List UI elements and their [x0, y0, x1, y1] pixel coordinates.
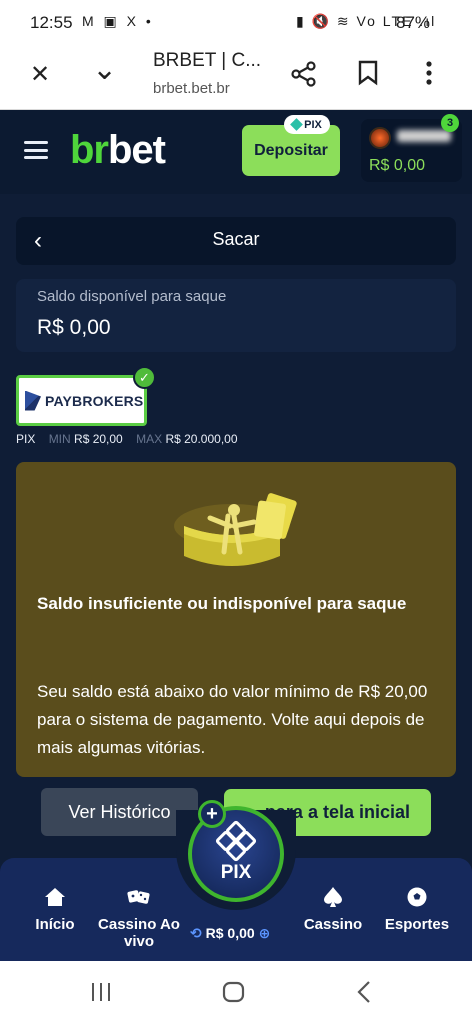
plus-icon[interactable]: + [198, 800, 226, 828]
min-value: R$ 20,00 [74, 432, 123, 446]
status-bar: 12:55 M ▣ X • ▮ 🔇 ≋ Vo LTE .ıl 87% [0, 0, 472, 46]
max-value: R$ 20.000,00 [165, 432, 238, 446]
wallet-balance: R$ 0,00 [369, 157, 426, 174]
battery-level: 87% [396, 13, 431, 32]
nav-item-cassino-ao-vivo[interactable]: Cassino Ao vivo [98, 886, 180, 950]
pix-badge: PIX [284, 115, 330, 134]
pix-icon [290, 118, 303, 131]
nav-label-cassino: Cassino [303, 916, 363, 933]
chevron-down-icon[interactable]: ⌄ [92, 52, 117, 87]
nav-item-cassino[interactable]: Cassino [296, 886, 370, 933]
home-icon [45, 888, 65, 906]
view-history-button[interactable]: Ver Histórico [41, 788, 198, 836]
home-button-icon[interactable] [222, 981, 246, 1003]
page-title: BRBET | C... [153, 50, 262, 71]
menu-icon[interactable] [24, 141, 48, 159]
dice-icon [127, 890, 150, 904]
back-nav-icon[interactable] [356, 979, 372, 1005]
refresh-icon[interactable]: ⟲ [190, 925, 202, 941]
recent-apps-icon[interactable] [90, 981, 112, 1003]
warning-heading: Saldo insuficiente ou indisponível para … [37, 594, 407, 613]
nav-item-inicio[interactable]: Início [16, 886, 94, 933]
brbet-logo[interactable]: brbet [70, 128, 166, 173]
balance-value: R$ 0,00 [37, 316, 111, 339]
soccer-ball-icon [407, 887, 427, 907]
notification-badge: 3 [441, 114, 459, 132]
avatar [369, 127, 391, 149]
available-balance-card: Saldo disponível para saque R$ 0,00 [16, 279, 456, 352]
max-label: MAX [136, 432, 163, 446]
insufficient-balance-card: Saldo insuficiente ou indisponível para … [16, 462, 456, 777]
spade-icon [324, 887, 342, 907]
check-icon: ✓ [133, 366, 156, 389]
add-funds-icon[interactable]: ⊕ [259, 925, 271, 941]
paybrokers-logo-icon [25, 390, 41, 411]
nav-label-inicio: Início [35, 916, 75, 933]
withdraw-title: Sacar [212, 229, 260, 249]
nav-balance[interactable]: ⟲ R$ 0,00 ⊕ [190, 925, 270, 942]
user-wallet[interactable]: R$ 0,00 3 [361, 114, 462, 182]
payment-limits: PIX MIN R$ 20,00 MAX R$ 20.000,00 [16, 432, 238, 446]
nav-item-esportes[interactable]: Esportes [378, 886, 456, 933]
nav-balance-value: R$ 0,00 [205, 925, 255, 941]
clock: 12:55 [30, 13, 73, 32]
empty-wallet-illustration [174, 493, 297, 566]
pix-button-label: PIX [220, 862, 252, 883]
logo-white-part: bet [108, 128, 166, 172]
url-text[interactable]: brbet.bet.br [153, 80, 230, 97]
min-label: MIN [48, 432, 71, 446]
warning-message: Seu saldo está abaixo do valor mínimo de… [37, 682, 428, 757]
share-icon[interactable] [290, 60, 318, 88]
paybrokers-method-card[interactable]: PAYBROKERS [16, 375, 147, 426]
payment-method-name: PAYBROKERS [45, 392, 144, 409]
close-tab-icon[interactable]: ✕ [30, 60, 50, 89]
payment-type: PIX [16, 432, 36, 446]
balance-label: Saldo disponível para saque [37, 288, 227, 305]
username-blurred [397, 130, 451, 142]
more-options-icon[interactable] [425, 60, 433, 86]
bookmark-icon[interactable] [357, 60, 379, 86]
withdraw-header: ‹ Sacar [16, 217, 456, 265]
pix-badge-label: PIX [304, 118, 322, 131]
nav-label-esportes: Esportes [384, 916, 450, 933]
logo-green-part: br [70, 128, 109, 172]
notification-icons: M ▣ X • [82, 13, 154, 29]
nav-label-cassino-ao-vivo: Cassino Ao vivo [98, 916, 180, 950]
pix-logo-icon [214, 819, 258, 863]
